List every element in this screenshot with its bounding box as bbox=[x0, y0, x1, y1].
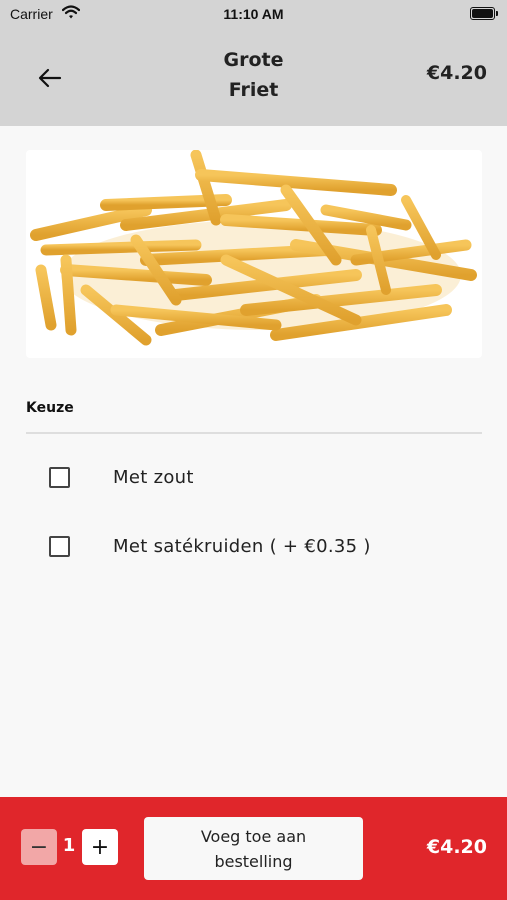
option-label: Met zout bbox=[113, 466, 194, 488]
checkbox[interactable] bbox=[49, 466, 70, 488]
checkbox[interactable] bbox=[49, 535, 70, 557]
quantity-increase-button[interactable]: + bbox=[82, 829, 118, 865]
back-button[interactable] bbox=[30, 62, 70, 94]
battery-icon bbox=[470, 7, 498, 20]
footer-price: €4.20 bbox=[426, 836, 487, 858]
quantity-value: 1 bbox=[62, 835, 76, 856]
divider bbox=[26, 432, 482, 434]
options-section-title: Keuze bbox=[26, 400, 74, 416]
header-price: €4.20 bbox=[426, 62, 487, 84]
option-met-zout[interactable]: Met zout bbox=[26, 455, 482, 499]
page-title: Grote Friet bbox=[223, 49, 284, 101]
option-met-satekruiden[interactable]: Met satékruiden ( + €0.35 ) bbox=[26, 524, 482, 568]
header: Grote Friet €4.20 bbox=[0, 28, 507, 126]
add-to-order-button[interactable]: Voeg toe aan bestelling bbox=[144, 817, 363, 880]
product-image bbox=[26, 150, 482, 358]
option-label: Met satékruiden ( + €0.35 ) bbox=[113, 535, 371, 557]
arrow-left-icon bbox=[38, 68, 62, 88]
status-time: 11:10 AM bbox=[223, 6, 284, 22]
french-fries-image bbox=[30, 150, 477, 346]
quantity-decrease-button[interactable]: − bbox=[21, 829, 57, 865]
footer-bar: − 1 + Voeg toe aan bestelling €4.20 bbox=[0, 797, 507, 900]
status-bar: Carrier 11:10 AM bbox=[0, 0, 507, 28]
